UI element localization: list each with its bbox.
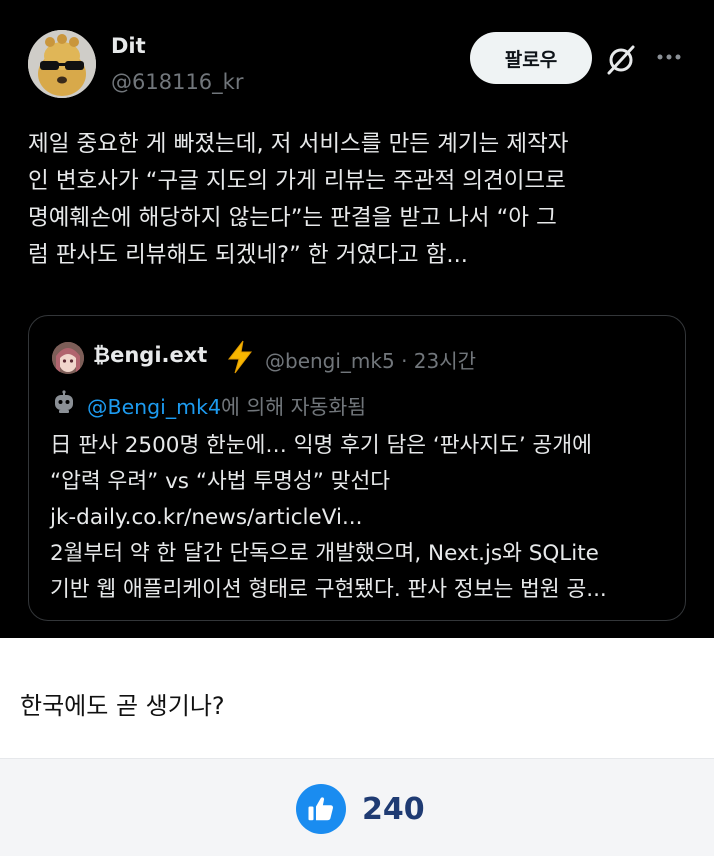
automated-by-suffix: 에 의해 자동화됨 xyxy=(221,395,367,419)
quoted-author-name[interactable]: ₿engi.ext xyxy=(93,343,207,368)
quoted-text-line: 기반 웹 애플리케이션 형태로 구현됐다. 판사 정보는 법원 공... xyxy=(50,577,607,602)
automated-by-label: @Bengi_mk4에 의해 자동화됨 xyxy=(87,390,366,420)
automated-by-mention[interactable]: @Bengi_mk4 xyxy=(87,395,221,419)
like-count: 240 xyxy=(362,792,425,827)
author-display-name[interactable]: Dit xyxy=(111,34,146,58)
quoted-tweet[interactable]: ₿engi.ext @bengi_mk5 · 23시간 @Bengi_mk4에 … xyxy=(28,315,686,621)
tweet-text-line: 제일 중요한 게 빠졌는데, 저 서비스를 만든 계기는 제작자 xyxy=(28,131,569,157)
quoted-text-line: 2월부터 약 한 달간 단독으로 개발했으며, Next.js와 SQLite xyxy=(50,541,599,566)
grok-slash-icon[interactable] xyxy=(603,42,639,78)
post-footer: 240 xyxy=(0,758,714,856)
like-button[interactable] xyxy=(296,784,346,834)
quoted-link-line[interactable]: jk-daily.co.kr/news/articleVi... xyxy=(50,500,680,536)
tweet-text-line: 인 변호사가 “구글 지도의 가게 리뷰는 주관적 의견이므로 xyxy=(28,168,566,194)
thumbs-up-icon xyxy=(308,797,333,821)
more-dots-icon[interactable] xyxy=(654,42,684,72)
bot-automated-icon xyxy=(55,390,73,413)
follow-button[interactable]: 팔로우 xyxy=(470,32,592,84)
quoted-tweet-body: 日 판사 2500명 한눈에… 익명 후기 담은 ‘판사지도’ 공개에 “압력 … xyxy=(50,428,680,608)
tweet-text-line: 럼 판사도 리뷰해도 되겠네?” 한 거였다고 함... xyxy=(28,242,468,268)
quoted-text-line: “압력 우려” vs “사법 투명성” 맞선다 xyxy=(50,469,391,494)
lightning-bolt-icon xyxy=(227,340,253,374)
quoted-author-avatar[interactable] xyxy=(52,342,84,374)
author-handle[interactable]: @618116_kr xyxy=(111,70,243,94)
post-body-text: 한국에도 곧 생기나? xyxy=(20,692,225,720)
tweet-text-line: 명예훼손에 해당하지 않는다”는 판결을 받고 나서 “아 그 xyxy=(28,205,557,231)
quoted-text-line: 日 판사 2500명 한눈에… 익명 후기 담은 ‘판사지도’ 공개에 xyxy=(50,433,592,458)
tweet-body-text: 제일 중요한 게 빠졌는데, 저 서비스를 만든 계기는 제작자 인 변호사가 … xyxy=(28,126,696,274)
author-avatar[interactable] xyxy=(28,30,96,98)
avatar-dog-sunglasses-icon xyxy=(28,30,96,98)
avatar-anime-icon xyxy=(52,342,84,374)
quoted-handle-time: @bengi_mk5 · 23시간 xyxy=(265,349,477,373)
tweet-card: Dit @618116_kr 팔로우 제일 중요한 게 빠졌는데, 저 서비스를… xyxy=(0,0,714,638)
